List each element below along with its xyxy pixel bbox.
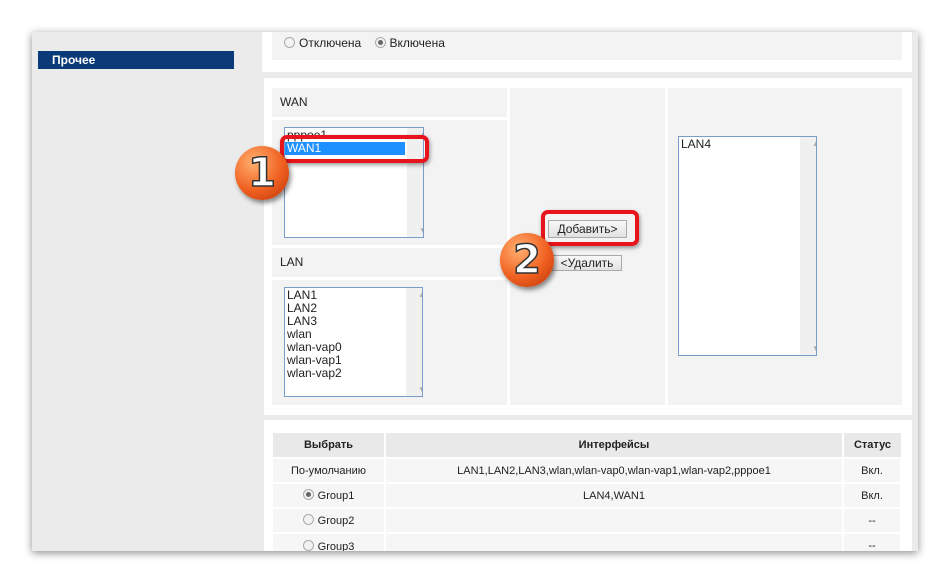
- row-status: --: [843, 532, 902, 551]
- step-1-badge: 1: [235, 146, 289, 200]
- table-header: Выбрать Интерфейсы Статус: [273, 433, 901, 458]
- router-admin-window: Прочее Отключена Включена WAN pppoe1 WAN…: [32, 32, 918, 551]
- row-select-label: Group3: [317, 540, 355, 552]
- status-radio-group: Отключена Включена: [272, 32, 902, 60]
- group-option[interactable]: LAN4: [679, 138, 816, 151]
- row-interfaces: [385, 532, 844, 551]
- radio-off[interactable]: Отключена: [284, 36, 361, 50]
- row-interfaces: [385, 507, 844, 533]
- col-select: Выбрать: [273, 433, 386, 458]
- lan-cell: LAN1 LAN2 LAN3 wlan wlan-vap0 wlan-vap1 …: [272, 280, 507, 405]
- groups-table: Выбрать Интерфейсы Статус По-умолчанию L…: [273, 433, 902, 551]
- row-select: По-умолчанию: [273, 457, 386, 483]
- col-status: Статус: [843, 433, 901, 458]
- lan-label: LAN: [272, 248, 507, 277]
- group3-radio[interactable]: [302, 539, 314, 551]
- row-interfaces: LAN1,LAN2,LAN3,wlan,wlan-vap0,wlan-vap1,…: [385, 457, 844, 483]
- lan-listbox[interactable]: LAN1 LAN2 LAN3 wlan wlan-vap0 wlan-vap1 …: [284, 287, 423, 397]
- radio-on[interactable]: Включена: [374, 36, 445, 50]
- table-row: Group2 --: [273, 507, 902, 533]
- col-interfaces: Интерфейсы: [385, 433, 844, 458]
- lan-option[interactable]: wlan-vap2: [285, 367, 422, 380]
- highlight-wan1: [280, 135, 429, 163]
- scrollbar[interactable]: ▲▼: [800, 137, 816, 355]
- row-select[interactable]: Group1: [273, 482, 386, 508]
- group1-radio[interactable]: [302, 489, 314, 500]
- row-select[interactable]: Group2: [273, 507, 386, 533]
- groups-table-panel: Выбрать Интерфейсы Статус По-умолчанию L…: [264, 420, 912, 551]
- highlight-add-button: [541, 210, 639, 246]
- row-status: Вкл.: [843, 482, 902, 508]
- interface-grouping-panel: WAN pppoe1 WAN1 ▲▼ LAN LAN1 LAN2 LAN3 wl…: [264, 78, 912, 415]
- sidebar-item-other[interactable]: Прочее: [38, 51, 234, 69]
- row-status: --: [843, 507, 902, 533]
- group-listbox[interactable]: LAN4 ▲▼: [678, 136, 817, 356]
- radio-off-label: Отключена: [299, 36, 362, 50]
- group2-radio[interactable]: [302, 514, 314, 525]
- row-status: Вкл.: [843, 457, 902, 483]
- group-cell: LAN4 ▲▼: [668, 88, 902, 405]
- row-interfaces: LAN4,WAN1: [385, 482, 844, 508]
- table-row: Group1 LAN4,WAN1 Вкл.: [273, 482, 902, 508]
- status-panel: Отключена Включена: [262, 32, 912, 72]
- radio-on-label: Включена: [389, 36, 445, 50]
- wan-label: WAN: [272, 88, 507, 117]
- row-select-label: Group2: [317, 515, 355, 527]
- table-row: Group3 --: [273, 532, 902, 552]
- remove-button[interactable]: <Удалить: [552, 255, 622, 271]
- row-select-label: Group1: [317, 490, 355, 502]
- table-row: По-умолчанию LAN1,LAN2,LAN3,wlan,wlan-va…: [273, 457, 902, 483]
- scrollbar[interactable]: ▲▼: [406, 288, 422, 396]
- step-2-badge: 2: [500, 233, 554, 287]
- row-select[interactable]: Group3: [273, 532, 386, 552]
